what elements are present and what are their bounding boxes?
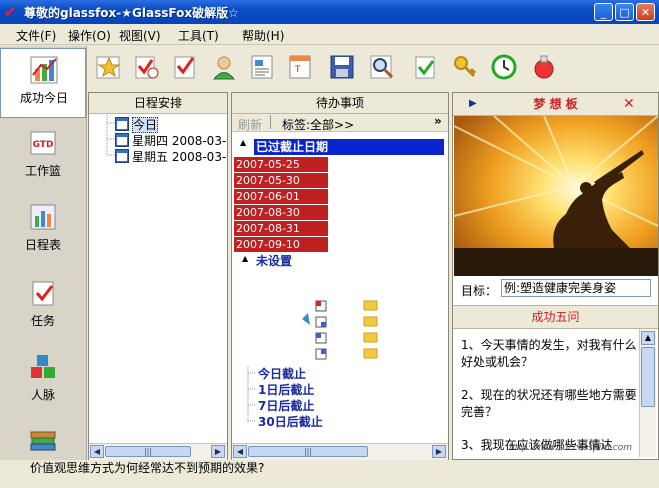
dream-title: 梦 想 板 xyxy=(533,97,578,111)
nav-calendar[interactable]: 日程表 xyxy=(0,196,86,266)
bar-chart-icon xyxy=(30,204,56,230)
overdue-date[interactable]: 2007-06-01 xyxy=(234,189,328,204)
minimize-button[interactable]: _ xyxy=(594,3,613,21)
tree-item-thursday[interactable]: 星期四 2008-03-2 xyxy=(115,132,227,149)
menu-bar: 文件(F) 操作(O) 视图(V) 工具(T) 帮助(H) xyxy=(0,24,659,45)
todo-filter-bar: 刷新 标签:全部>> » xyxy=(232,114,448,132)
dream-panel: ▶ 梦 想 板 ✕ 目标： 例:塑造健康完美身姿 成功五问 1、今天事情的发生，… xyxy=(452,92,659,460)
tag-filter[interactable]: 标签:全部>> xyxy=(282,116,354,133)
flask-icon[interactable] xyxy=(531,54,557,80)
save-icon[interactable] xyxy=(329,54,355,80)
separator xyxy=(270,115,271,129)
document-icon[interactable] xyxy=(249,54,275,80)
tree-item-friday[interactable]: 星期五 2008-03-2 xyxy=(115,148,227,165)
todo-panel: 待办事项 刷新 标签:全部>> » ▲ 已过截止日期 2007-05-25 20… xyxy=(231,92,449,460)
left-nav: 成功今日 GTD 工作篮 日程表 任务 人脉 xyxy=(0,46,87,460)
tree-item-today[interactable]: 今日 xyxy=(115,116,159,133)
goal-input[interactable]: 例:塑造健康完美身姿 xyxy=(501,279,651,297)
clock-icon[interactable] xyxy=(491,54,517,80)
menu-file[interactable]: 文件(F) xyxy=(16,27,56,44)
dream-header: ▶ 梦 想 板 ✕ xyxy=(453,93,658,116)
collapse-triangle-icon[interactable]: ▲ xyxy=(240,138,246,147)
nav-contacts[interactable]: 人脉 xyxy=(0,346,86,416)
cubes-icon xyxy=(31,355,55,378)
checklist-icon xyxy=(32,281,54,306)
gtd-icon: GTD xyxy=(30,131,56,155)
nav-label: 日程表 xyxy=(24,238,61,252)
chart-icon xyxy=(30,56,58,84)
schedule-panel: 日程安排 今日 星期四 2008-03-2 星期五 2008-03-2 ◀ |||… xyxy=(88,92,228,460)
overdue-date[interactable]: 2007-08-30 xyxy=(234,205,328,220)
goal-label: 目标： xyxy=(461,284,498,298)
todo-header: 待办事项 xyxy=(232,93,448,114)
collapse-triangle-icon[interactable]: ▲ xyxy=(242,254,248,263)
approve-icon[interactable] xyxy=(413,54,439,80)
nav-library[interactable] xyxy=(0,418,86,488)
five-questions-text: 1、今天事情的发生，对我有什么好处或机会？ 2、现在的状况还有哪些地方需要完善？… xyxy=(461,337,637,455)
menu-action[interactable]: 操作(O) xyxy=(68,27,111,44)
deadline-7-day[interactable]: 7日后截止 xyxy=(258,397,314,414)
schedule-hscroll[interactable]: ◀ ||| ▶ xyxy=(89,443,227,460)
nav-label: 成功今日 xyxy=(19,91,68,105)
checklist-icon[interactable] xyxy=(172,54,198,80)
maximize-button[interactable]: □ xyxy=(615,3,634,21)
todo-item-icons xyxy=(302,300,378,360)
overdue-header[interactable]: 已过截止日期 xyxy=(254,139,444,155)
edit-close-icon[interactable]: ✕ xyxy=(623,93,635,115)
play-arrow-icon[interactable]: ▶ xyxy=(469,93,477,115)
menu-help[interactable]: 帮助(H) xyxy=(242,27,284,44)
scroll-up-arrow[interactable]: ▲ xyxy=(641,331,655,345)
nav-success-today[interactable]: 成功今日 xyxy=(0,48,86,118)
key-icon[interactable] xyxy=(452,54,478,80)
unset-group[interactable]: 未设置 xyxy=(256,252,292,269)
menu-tools[interactable]: 工具(T) xyxy=(178,27,219,44)
nav-tasks[interactable]: 任务 xyxy=(0,272,86,342)
dream-image xyxy=(454,116,658,276)
overdue-date[interactable]: 2007-08-31 xyxy=(234,221,328,236)
title-bar: ✔ 尊敬的glassfox-★GlassFox破解版☆ _ □ ✕ xyxy=(0,0,659,24)
nav-label: 工作篮 xyxy=(24,164,61,178)
overdue-date[interactable]: 2007-05-25 xyxy=(234,157,328,172)
nav-workbasket[interactable]: GTD 工作篮 xyxy=(0,122,86,192)
overdue-date[interactable]: 2007-05-30 xyxy=(234,173,328,188)
question-1: 1、今天事情的发生，对我有什么好处或机会？ xyxy=(461,338,637,369)
calendar-icon xyxy=(115,149,129,163)
five-questions-title: 成功五问 xyxy=(531,310,580,324)
question-2: 2、现在的状况还有哪些地方需要完善？ xyxy=(461,388,637,419)
close-button[interactable]: ✕ xyxy=(636,3,655,21)
contact-icon[interactable] xyxy=(211,54,237,80)
template-icon[interactable]: T xyxy=(287,54,313,80)
status-text: 价值观思维方式为何经常达不到预期的效果? xyxy=(30,461,265,475)
refresh-button[interactable]: 刷新 xyxy=(238,116,262,133)
svg-text:T: T xyxy=(294,65,301,75)
watermark-url: http: www.successpim.com xyxy=(509,443,633,453)
calendar-icon xyxy=(115,117,129,131)
menu-view[interactable]: 视图(V) xyxy=(119,27,161,44)
tree-lines xyxy=(247,367,256,423)
todo-hscroll[interactable]: ◀ ||| ▶ xyxy=(232,443,448,460)
expand-button[interactable]: » xyxy=(434,114,442,128)
scroll-thumb[interactable] xyxy=(641,347,655,407)
schedule-header: 日程安排 xyxy=(89,93,227,114)
svg-text:GTD: GTD xyxy=(33,140,54,150)
tree-lines xyxy=(106,115,115,156)
books-icon xyxy=(30,431,56,451)
task-clock-icon[interactable] xyxy=(134,54,160,80)
toolbar: T xyxy=(88,46,659,90)
search-icon[interactable] xyxy=(369,54,395,80)
nav-label: 人脉 xyxy=(30,388,55,402)
window-title: 尊敬的glassfox-★GlassFox破解版☆ xyxy=(24,6,239,20)
deadline-today[interactable]: 今日截止 xyxy=(258,365,306,382)
star-new-icon[interactable] xyxy=(96,54,122,80)
deadline-1-day[interactable]: 1日后截止 xyxy=(258,381,314,398)
overdue-date[interactable]: 2007-09-10 xyxy=(234,237,328,252)
app-check-icon: ✔ xyxy=(4,3,17,21)
status-bar: 价值观思维方式为何经常达不到预期的效果? xyxy=(0,460,659,476)
five-questions-header: 成功五问 xyxy=(453,305,658,329)
deadline-30-day[interactable]: 30日后截止 xyxy=(258,413,323,430)
questions-vscroll[interactable]: ▲ xyxy=(639,329,656,457)
calendar-icon xyxy=(115,133,129,147)
nav-label: 任务 xyxy=(30,314,55,328)
